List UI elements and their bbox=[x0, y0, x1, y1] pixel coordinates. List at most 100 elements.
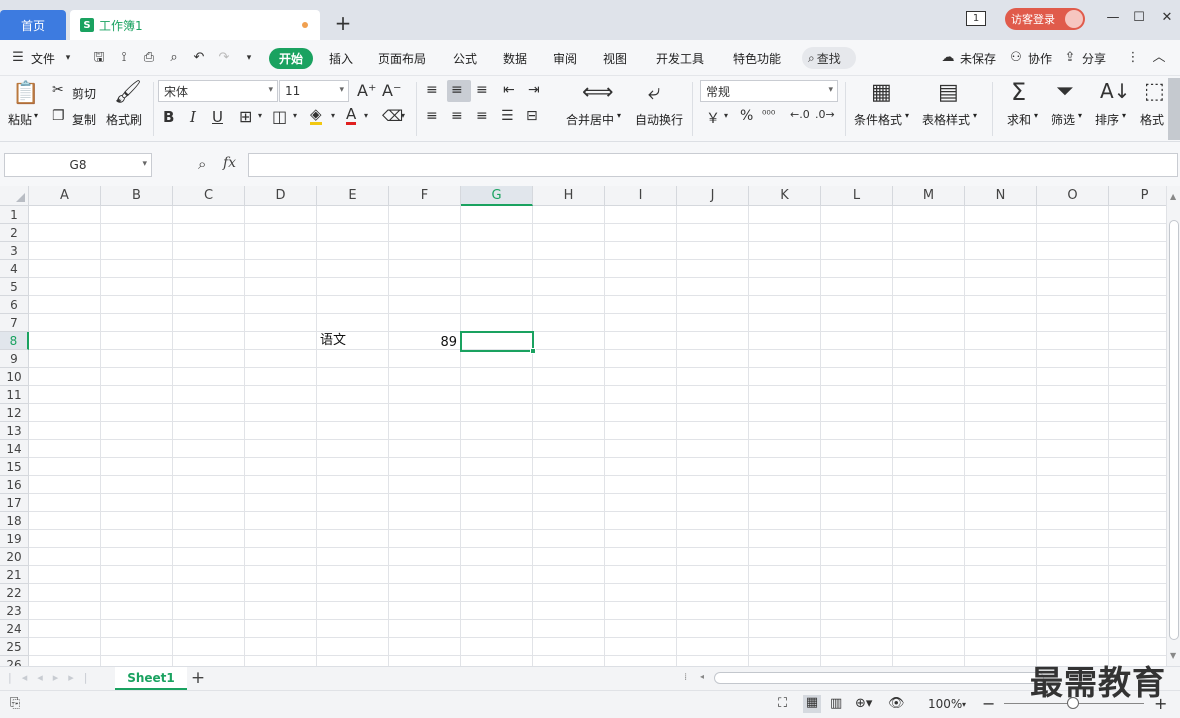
name-box[interactable]: G8 ▾ bbox=[4, 153, 152, 177]
row-header-13[interactable]: 13 bbox=[0, 422, 29, 440]
split-handle-icon[interactable]: ⁞ bbox=[684, 672, 687, 683]
page-break-view-icon[interactable]: ⊕▾ bbox=[855, 696, 872, 711]
row-header-23[interactable]: 23 bbox=[0, 602, 29, 620]
column-header-M[interactable]: M bbox=[893, 186, 965, 206]
column-header-N[interactable]: N bbox=[965, 186, 1037, 206]
row-header-1[interactable]: 1 bbox=[0, 206, 29, 224]
filter-icon[interactable]: ⏷ bbox=[1056, 79, 1074, 104]
unsaved-status[interactable]: 未保存 bbox=[960, 50, 996, 67]
sheet-nav-arrows-icon[interactable]: |◂◂▸▸| bbox=[8, 671, 98, 684]
menu-data[interactable]: 数据 bbox=[503, 50, 527, 67]
row-header-17[interactable]: 17 bbox=[0, 494, 29, 512]
chevron-down-icon[interactable]: ▾ bbox=[60, 50, 76, 66]
chevron-down-icon[interactable]: ▾ bbox=[364, 111, 368, 120]
cell-area[interactable] bbox=[29, 206, 1166, 666]
decrease-font-icon[interactable]: A⁻ bbox=[382, 81, 401, 100]
border-icon[interactable]: ⊞ bbox=[239, 107, 252, 126]
row-header-26[interactable]: 26 bbox=[0, 656, 29, 666]
maximize-icon[interactable]: ☐ bbox=[1129, 10, 1149, 28]
increase-indent-icon[interactable]: ⇥ bbox=[528, 82, 540, 98]
select-all-button[interactable] bbox=[0, 186, 29, 206]
chevron-down-icon[interactable]: ▾ bbox=[1034, 111, 1038, 120]
currency-icon[interactable]: ￥ bbox=[706, 108, 720, 128]
thousands-separator-icon[interactable]: ⁰⁰⁰ bbox=[762, 108, 775, 121]
row-header-25[interactable]: 25 bbox=[0, 638, 29, 656]
quick-access-more-icon[interactable]: ▾ bbox=[241, 50, 257, 66]
format-button[interactable]: 格式 bbox=[1140, 111, 1164, 128]
tab-home[interactable]: 首页 bbox=[0, 10, 66, 40]
align-center-icon[interactable]: ≡ bbox=[451, 108, 463, 124]
increase-decimal-icon[interactable]: ←.0 bbox=[790, 108, 810, 121]
menu-review[interactable]: 审阅 bbox=[553, 50, 577, 67]
bold-icon[interactable]: B bbox=[163, 108, 174, 126]
column-header-B[interactable]: B bbox=[101, 186, 173, 206]
column-header-K[interactable]: K bbox=[749, 186, 821, 206]
chevron-down-icon[interactable]: ▾ bbox=[1122, 111, 1126, 120]
new-tab-button[interactable]: + bbox=[334, 12, 352, 34]
align-right-icon[interactable]: ≡ bbox=[476, 108, 488, 124]
column-header-A[interactable]: A bbox=[29, 186, 101, 206]
search-button[interactable]: ⌕ 查找 bbox=[802, 47, 856, 69]
sort-icon[interactable]: A↓ bbox=[1100, 79, 1130, 103]
scroll-down-icon[interactable]: ▼ bbox=[1170, 651, 1176, 660]
wrap-text-button[interactable]: 自动换行 bbox=[635, 111, 683, 128]
chevron-down-icon[interactable]: ▾ bbox=[258, 111, 262, 120]
sum-icon[interactable]: Σ bbox=[1011, 78, 1026, 106]
paste-dropdown-icon[interactable]: ▾ bbox=[34, 111, 38, 120]
format-painter-icon[interactable]: 🖌 bbox=[114, 80, 142, 105]
print-icon[interactable]: ⎙ bbox=[141, 50, 157, 66]
sum-button[interactable]: 求和 bbox=[1007, 111, 1031, 128]
fill-color-icon[interactable]: ◈ bbox=[310, 106, 322, 125]
column-header-F[interactable]: F bbox=[389, 186, 461, 206]
vertical-scroll-thumb[interactable] bbox=[1169, 220, 1179, 640]
column-header-C[interactable]: C bbox=[173, 186, 245, 206]
conditional-format-icon[interactable]: ▦ bbox=[871, 80, 892, 105]
zoom-formula-icon[interactable]: ⌕ bbox=[198, 155, 206, 173]
row-header-21[interactable]: 21 bbox=[0, 566, 29, 584]
merge-center-button[interactable]: 合并居中 bbox=[566, 111, 614, 128]
page-layout-view-icon[interactable]: ▥ bbox=[830, 696, 842, 711]
save-icon[interactable]: 🖫 bbox=[91, 50, 107, 66]
menu-formula[interactable]: 公式 bbox=[453, 50, 477, 67]
row-header-20[interactable]: 20 bbox=[0, 548, 29, 566]
percent-icon[interactable]: % bbox=[740, 108, 753, 124]
row-header-15[interactable]: 15 bbox=[0, 458, 29, 476]
column-header-E[interactable]: E bbox=[317, 186, 389, 206]
undo-icon[interactable]: ↶ bbox=[191, 50, 207, 66]
distributed-align-icon[interactable]: ⊟ bbox=[526, 108, 538, 124]
decrease-indent-icon[interactable]: ⇤ bbox=[503, 82, 515, 98]
increase-font-icon[interactable]: A⁺ bbox=[357, 81, 376, 100]
format-paint-icon[interactable]: ⟟ bbox=[116, 50, 132, 66]
row-header-10[interactable]: 10 bbox=[0, 368, 29, 386]
menu-file[interactable]: 文件 bbox=[31, 50, 55, 67]
filter-button[interactable]: 筛选 bbox=[1051, 111, 1075, 128]
tab-workbook[interactable]: S 工作簿1 bbox=[70, 10, 320, 40]
column-header-P[interactable]: P bbox=[1109, 186, 1166, 206]
cell-style-icon[interactable]: ◫ bbox=[272, 107, 287, 126]
menu-developer[interactable]: 开发工具 bbox=[656, 50, 704, 67]
active-cell-G8[interactable] bbox=[460, 331, 536, 354]
justify-icon[interactable]: ☰ bbox=[501, 108, 514, 124]
number-format-select[interactable]: 常规 ▾ bbox=[700, 80, 838, 102]
menu-start[interactable]: 开始 bbox=[269, 48, 313, 69]
row-header-2[interactable]: 2 bbox=[0, 224, 29, 242]
align-bottom-icon[interactable]: ≡ bbox=[476, 82, 488, 98]
row-header-3[interactable]: 3 bbox=[0, 242, 29, 260]
chevron-down-icon[interactable]: ▾ bbox=[293, 111, 297, 120]
paste-icon[interactable]: 📋 bbox=[12, 81, 39, 106]
menu-view[interactable]: 视图 bbox=[603, 50, 627, 67]
zoom-out-icon[interactable]: − bbox=[982, 694, 995, 713]
vertical-scrollbar[interactable]: ▲ ▼ bbox=[1166, 186, 1180, 666]
horizontal-scroll-thumb[interactable] bbox=[714, 672, 1044, 684]
chevron-down-icon[interactable]: ▾ bbox=[973, 111, 977, 120]
row-header-12[interactable]: 12 bbox=[0, 404, 29, 422]
column-header-H[interactable]: H bbox=[533, 186, 605, 206]
hamburger-menu-icon[interactable]: ☰ bbox=[10, 50, 26, 66]
paste-button[interactable]: 粘贴 bbox=[8, 111, 32, 128]
row-header-22[interactable]: 22 bbox=[0, 584, 29, 602]
column-header-D[interactable]: D bbox=[245, 186, 317, 206]
format-icon[interactable]: ⬚ bbox=[1144, 79, 1165, 104]
align-left-icon[interactable]: ≡ bbox=[426, 108, 438, 124]
font-name-select[interactable]: 宋体 ▾ bbox=[158, 80, 278, 102]
more-options-icon[interactable]: ⋮ bbox=[1125, 50, 1141, 66]
